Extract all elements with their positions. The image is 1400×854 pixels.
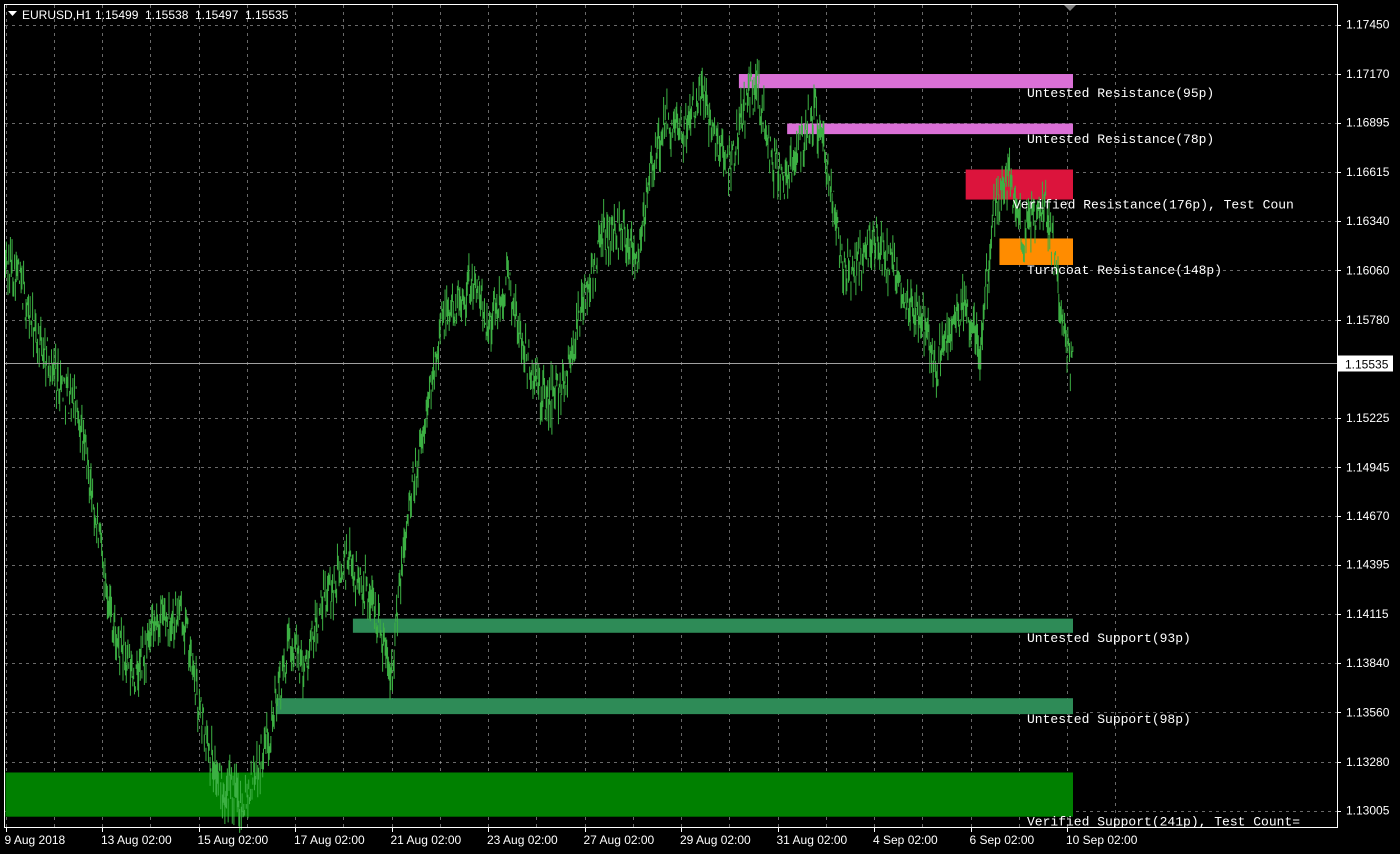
time-axis-label: 23 Aug 02:00	[487, 833, 558, 847]
time-axis-label: 27 Aug 02:00	[584, 833, 655, 847]
time-axis-label: 29 Aug 02:00	[680, 833, 751, 847]
price-axis-label: 1.15225	[1346, 411, 1390, 425]
time-axis-label: 6 Sep 02:00	[970, 833, 1035, 847]
scroll-shift-marker-icon[interactable]	[1064, 5, 1076, 11]
chart-header: EURUSD,H1 1.15499 1.15538 1.15497 1.1553…	[8, 8, 289, 22]
price-axis-label: 1.16060	[1346, 263, 1390, 277]
price-axis-label: 1.17450	[1346, 18, 1390, 32]
price-series	[5, 58, 1074, 833]
header-close: 1.15535	[245, 8, 289, 22]
header-symbol: EURUSD,H1	[22, 8, 92, 22]
time-axis-label: 9 Aug 2018	[5, 833, 66, 847]
price-axis-label: 1.16615	[1346, 165, 1390, 179]
zone-untested-support[interactable]	[275, 698, 1073, 715]
price-axis-label: 1.13560	[1346, 705, 1390, 719]
price-axis-label: 1.13005	[1346, 804, 1390, 818]
time-axis-label: 21 Aug 02:00	[391, 833, 462, 847]
zone-label: Untested Support(98p)	[1027, 712, 1191, 727]
header-high: 1.15538	[145, 8, 189, 22]
time-axis-label: 13 Aug 02:00	[101, 833, 172, 847]
price-axis-label: 1.13280	[1346, 755, 1390, 769]
zone-label: Turncoat Resistance(148p)	[1027, 263, 1222, 278]
price-axis-label: 1.14945	[1346, 460, 1390, 474]
header-low: 1.15497	[195, 8, 239, 22]
current-price-label: 1.15535	[1345, 358, 1389, 372]
zone-labels: Untested Resistance(95p) Untested Resista…	[1013, 86, 1300, 830]
price-axis-label: 1.14670	[1346, 509, 1390, 523]
price-axis-label: 1.13840	[1346, 656, 1390, 670]
support-resistance-zones	[5, 74, 1074, 817]
chart-canvas[interactable]: Untested Resistance(95p) Untested Resista…	[0, 0, 1400, 854]
zone-untested-resistance[interactable]	[738, 74, 1073, 89]
time-axis-label: 17 Aug 02:00	[294, 833, 365, 847]
zone-turncoat-resistance[interactable]	[999, 238, 1073, 265]
price-axis: 1.17450 1.17170 1.16895 1.16615 1.16340 1.160…	[1337, 18, 1393, 818]
price-axis-label: 1.16340	[1346, 214, 1390, 228]
price-axis-label: 1.14115	[1346, 607, 1389, 621]
price-axis-label: 1.17170	[1346, 67, 1390, 81]
zone-verified-support[interactable]	[5, 772, 1074, 817]
zone-label: Verified Resistance(176p), Test Coun	[1013, 198, 1294, 213]
chart-menu-triangle-icon[interactable]	[8, 11, 17, 16]
time-axis-label: 31 Aug 02:00	[777, 833, 848, 847]
time-axis-label: 4 Sep 02:00	[873, 833, 938, 847]
zone-label: Untested Resistance(95p)	[1027, 86, 1214, 101]
time-axis: 9 Aug 2018 13 Aug 02:00 15 Aug 02:00 17 Aug…	[5, 827, 1138, 847]
zone-verified-resistance[interactable]	[965, 169, 1073, 200]
price-axis-label: 1.16895	[1346, 116, 1390, 130]
zone-untested-support[interactable]	[352, 618, 1073, 633]
zone-label: Untested Resistance(78p)	[1027, 132, 1214, 147]
price-bars	[5, 58, 1074, 833]
time-axis-label: 15 Aug 02:00	[198, 833, 269, 847]
trading-chart-window: Untested Resistance(95p) Untested Resista…	[0, 0, 1400, 854]
price-axis-label: 1.14395	[1346, 558, 1390, 572]
price-axis-label: 1.15780	[1346, 313, 1390, 327]
zone-label: Untested Support(93p)	[1027, 631, 1191, 646]
header-open: 1.15499	[95, 8, 139, 22]
time-axis-label: 10 Sep 02:00	[1066, 833, 1138, 847]
